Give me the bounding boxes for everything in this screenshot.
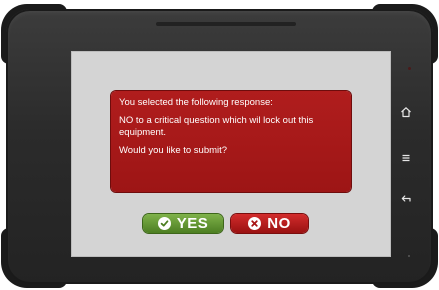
back-icon[interactable] xyxy=(399,192,413,206)
dialog-question: Would you like to submit? xyxy=(119,145,228,156)
confirmation-dialog: You selected the following response: NO … xyxy=(111,91,351,192)
check-circle-icon xyxy=(157,217,171,230)
dialog-message-line1: You selected the following response: xyxy=(119,97,273,108)
yes-button[interactable]: YES xyxy=(143,214,223,233)
dialog-message-line2: NO to a critical question which wil lock… xyxy=(119,115,314,138)
screen: You selected the following response: NO … xyxy=(71,51,391,257)
status-led xyxy=(408,255,410,257)
yes-button-label: YES xyxy=(176,215,209,232)
menu-icon[interactable] xyxy=(399,151,413,165)
no-button-label: NO xyxy=(267,215,291,232)
camera-dot xyxy=(408,67,411,70)
home-icon[interactable] xyxy=(399,105,413,119)
x-circle-icon xyxy=(248,217,262,230)
no-button[interactable]: NO xyxy=(231,214,308,233)
tablet-device: You selected the following response: NO … xyxy=(6,9,433,284)
bezel-edge xyxy=(156,22,296,26)
